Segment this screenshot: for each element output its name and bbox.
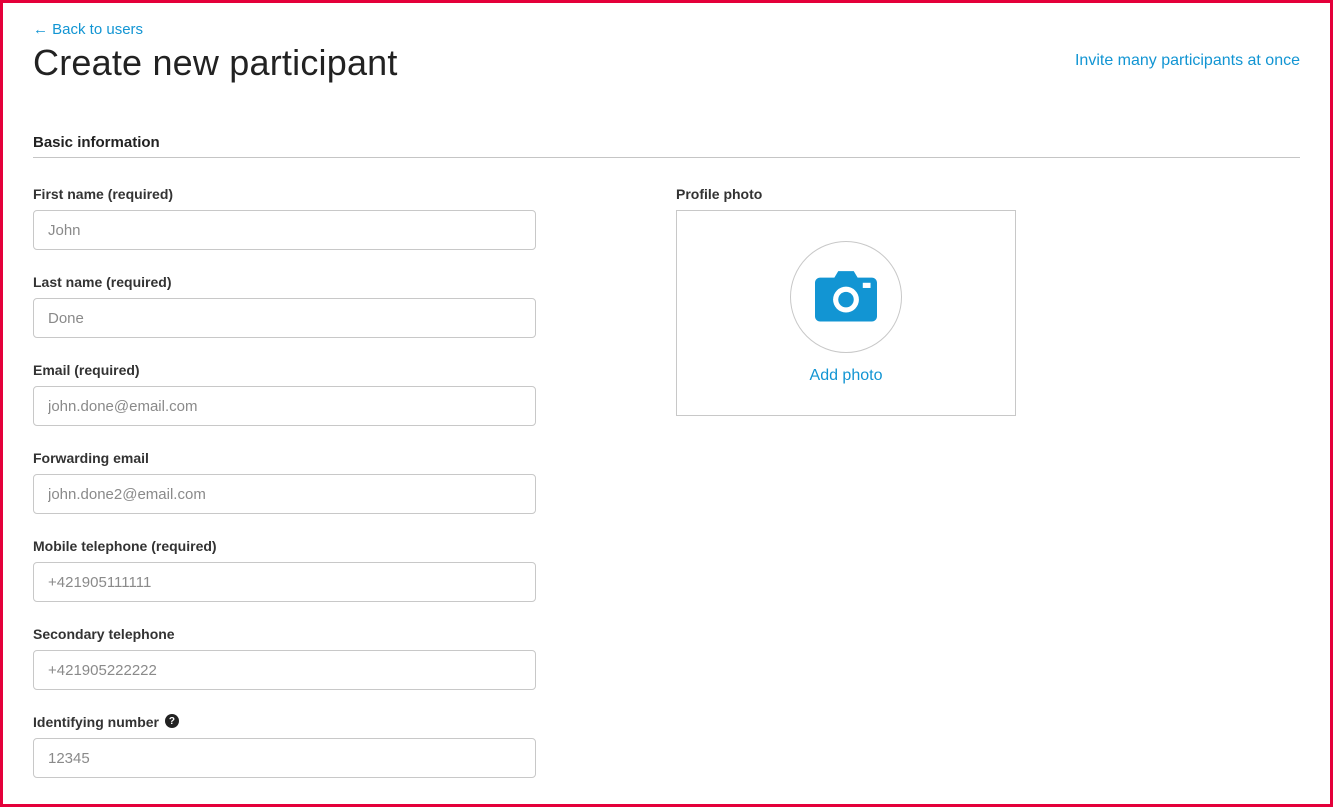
secondary-phone-label: Secondary telephone — [33, 626, 536, 642]
mobile-input[interactable] — [33, 562, 536, 602]
form-right-column: Profile photo Add photo — [676, 186, 1016, 802]
section-basic-information: Basic information — [33, 134, 1300, 158]
field-group-identifying-number: Identifying number ? — [33, 714, 536, 778]
mobile-label: Mobile telephone (required) — [33, 538, 536, 554]
first-name-label: First name (required) — [33, 186, 536, 202]
add-photo-text: Add photo — [810, 367, 883, 385]
field-group-email: Email (required) — [33, 362, 536, 426]
add-photo-box[interactable]: Add photo — [676, 210, 1016, 416]
forwarding-email-label: Forwarding email — [33, 450, 536, 466]
page-title: Create new participant — [33, 42, 398, 84]
forwarding-email-input[interactable] — [33, 474, 536, 514]
last-name-label: Last name (required) — [33, 274, 536, 290]
form-content: First name (required) Last name (require… — [33, 186, 1300, 802]
field-group-secondary-phone: Secondary telephone — [33, 626, 536, 690]
identifying-number-label: Identifying number ? — [33, 714, 536, 730]
email-input[interactable] — [33, 386, 536, 426]
profile-photo-label: Profile photo — [676, 186, 1016, 202]
first-name-input[interactable] — [33, 210, 536, 250]
help-icon[interactable]: ? — [165, 714, 179, 728]
photo-circle — [790, 241, 902, 353]
form-left-column: First name (required) Last name (require… — [33, 186, 536, 802]
field-group-mobile: Mobile telephone (required) — [33, 538, 536, 602]
identifying-number-label-text: Identifying number — [33, 714, 159, 730]
field-group-forwarding-email: Forwarding email — [33, 450, 536, 514]
header: Create new participant Invite many parti… — [33, 42, 1300, 84]
identifying-number-input[interactable] — [33, 738, 536, 778]
back-to-users-link[interactable]: ← Back to users — [33, 21, 143, 38]
secondary-phone-input[interactable] — [33, 650, 536, 690]
last-name-input[interactable] — [33, 298, 536, 338]
invite-many-link[interactable]: Invite many participants at once — [1075, 52, 1300, 70]
field-group-last-name: Last name (required) — [33, 274, 536, 338]
email-label: Email (required) — [33, 362, 536, 378]
camera-icon — [815, 271, 877, 323]
field-group-first-name: First name (required) — [33, 186, 536, 250]
